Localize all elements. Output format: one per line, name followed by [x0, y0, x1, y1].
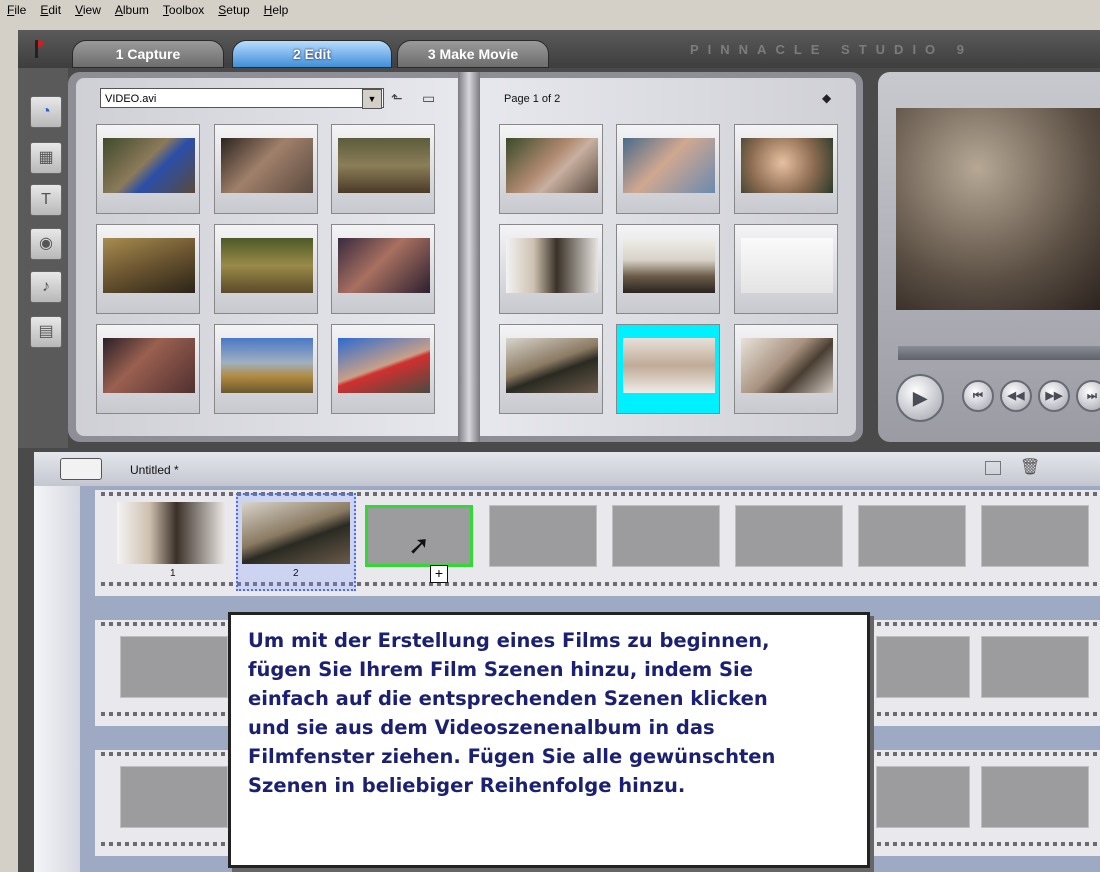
- scene-thumbnail[interactable]: [499, 324, 603, 414]
- scene-thumbnail[interactable]: [214, 124, 318, 214]
- empty-slot[interactable]: [120, 636, 228, 698]
- scene-thumbnail[interactable]: [331, 124, 435, 214]
- tooltip-line: fügen Sie Ihrem Film Szenen hinzu, indem…: [248, 658, 753, 681]
- empty-slot[interactable]: [735, 505, 843, 567]
- scene-thumbnail[interactable]: [499, 124, 603, 214]
- tab-capture[interactable]: 1 Capture: [72, 40, 224, 68]
- clip-number: 1: [170, 568, 176, 579]
- preview-scrubber[interactable]: [898, 346, 1100, 360]
- titles-icon[interactable]: T: [30, 184, 62, 216]
- sound-icon[interactable]: ♪: [30, 271, 62, 303]
- brand-wordmark: PINNACLE STUDIO 9: [690, 42, 974, 57]
- empty-slot[interactable]: [981, 766, 1089, 828]
- movie-title: Untitled *: [130, 463, 179, 477]
- movie-header: [34, 452, 1100, 486]
- skip-forward-icon[interactable]: ⏭: [1076, 380, 1100, 412]
- clip-number: 2: [293, 568, 299, 579]
- menu-file[interactable]: File: [0, 3, 33, 17]
- album-spine: [458, 72, 480, 442]
- storyboard-clip[interactable]: [242, 502, 350, 564]
- scene-thumbnail[interactable]: [616, 224, 720, 314]
- scene-thumbnail[interactable]: [331, 324, 435, 414]
- menu-bar: File Edit View Album Toolbox Setup Help: [0, 0, 1100, 30]
- folder-icon[interactable]: ▭: [422, 90, 435, 107]
- tooltip-line: einfach auf die entsprechenden Szenen kl…: [248, 687, 768, 710]
- scene-thumbnail[interactable]: [734, 224, 838, 314]
- help-tooltip-text: Um mit der Erstellung eines Films zu beg…: [248, 626, 860, 800]
- menu-edit[interactable]: Edit: [33, 3, 68, 17]
- tooltip-line: Filmfenster ziehen. Fügen Sie alle gewün…: [248, 745, 776, 768]
- folder-up-icon[interactable]: ⬑: [391, 90, 403, 107]
- scene-thumbnail[interactable]: [734, 324, 838, 414]
- storyboard-icon[interactable]: [60, 458, 102, 480]
- empty-slot[interactable]: [981, 636, 1089, 698]
- empty-slot[interactable]: [876, 636, 970, 698]
- chevron-down-icon[interactable]: ▼: [362, 89, 382, 109]
- pinnacle-logo-icon: [35, 40, 45, 58]
- scene-thumbnail[interactable]: [96, 324, 200, 414]
- page-flip-icon[interactable]: ◆: [822, 91, 831, 105]
- scene-thumbnail[interactable]: [734, 124, 838, 214]
- tooltip-line: und sie aus dem Videoszenenalbum in das: [248, 716, 715, 739]
- scene-thumbnail[interactable]: [499, 224, 603, 314]
- source-file-select[interactable]: VIDEO.avi: [100, 88, 384, 108]
- rewind-icon[interactable]: ◀◀: [1000, 380, 1032, 412]
- menu-help[interactable]: Help: [257, 3, 296, 17]
- empty-slot[interactable]: [489, 505, 597, 567]
- scene-thumbnail[interactable]: [96, 124, 200, 214]
- video-tool-icon[interactable]: ◔: [30, 96, 62, 128]
- play-icon[interactable]: ▶: [896, 374, 944, 422]
- scene-thumbnail[interactable]: [331, 224, 435, 314]
- page-indicator: Page 1 of 2: [504, 93, 561, 105]
- transitions-icon[interactable]: ▦: [30, 142, 62, 174]
- tooltip-line: Um mit der Erstellung eines Films zu beg…: [248, 629, 770, 652]
- movie-left-rail: [34, 486, 80, 872]
- scene-thumbnail-selected[interactable]: [616, 324, 720, 414]
- skip-back-icon[interactable]: ⏮: [962, 380, 994, 412]
- tab-make-movie[interactable]: 3 Make Movie: [397, 40, 549, 68]
- tooltip-line: Szenen in beliebiger Reihenfolge hinzu.: [248, 774, 686, 797]
- menu-view[interactable]: View: [68, 3, 108, 17]
- add-icon: +: [430, 565, 448, 583]
- photos-icon[interactable]: ◉: [30, 228, 62, 260]
- scene-thumbnail[interactable]: [214, 224, 318, 314]
- scene-thumbnail[interactable]: [616, 124, 720, 214]
- grid-view-icon[interactable]: [985, 461, 1001, 475]
- tab-edit[interactable]: 2 Edit: [232, 40, 392, 68]
- music-icon[interactable]: ▤: [30, 316, 62, 348]
- empty-slot[interactable]: [876, 766, 970, 828]
- preview-screen: [896, 108, 1100, 310]
- empty-slot[interactable]: [120, 766, 228, 828]
- empty-slot[interactable]: [612, 505, 720, 567]
- empty-slot[interactable]: [858, 505, 966, 567]
- menu-album[interactable]: Album: [108, 3, 156, 17]
- storyboard-clip[interactable]: [117, 502, 225, 564]
- empty-slot[interactable]: [981, 505, 1089, 567]
- scene-thumbnail[interactable]: [214, 324, 318, 414]
- forward-icon[interactable]: ▶▶: [1038, 380, 1070, 412]
- menu-toolbox[interactable]: Toolbox: [156, 3, 211, 17]
- cursor-icon: ➚: [408, 530, 430, 560]
- trash-icon[interactable]: 🗑: [1020, 457, 1040, 477]
- menu-setup[interactable]: Setup: [211, 3, 256, 17]
- scene-thumbnail[interactable]: [96, 224, 200, 314]
